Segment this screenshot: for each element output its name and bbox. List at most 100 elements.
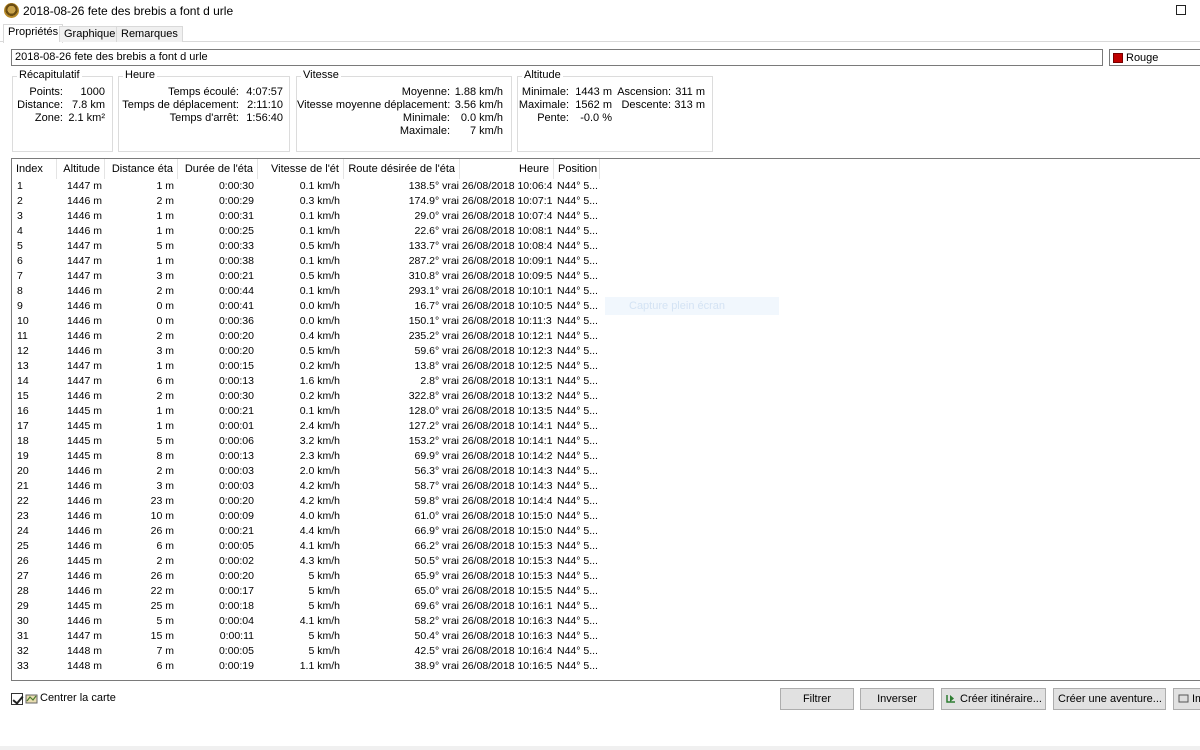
- table-row[interactable]: 26 1445 m 2 m 0:00:02 4.3 km/h 50.5° vrai 26/0…: [12, 554, 612, 569]
- table-row[interactable]: 27 1446 m 26 m 0:00:20 5 km/h 65.9° vrai 26/08…: [12, 569, 612, 584]
- cell-distance: 1 m: [156, 420, 174, 432]
- min-speed-label: Minimale:: [402, 112, 450, 124]
- cell-distance: 3 m: [156, 480, 174, 492]
- cell-route: 13.8° vrai: [414, 360, 459, 372]
- col-header-speed[interactable]: Vitesse de l'ét: [258, 159, 344, 179]
- tab-graphique[interactable]: Graphique: [59, 26, 121, 42]
- cell-position: N44° 5...: [557, 270, 598, 282]
- points-label: Points:: [29, 86, 63, 98]
- cell-time: 26/08/2018 10:12:55: [462, 360, 552, 372]
- table-row[interactable]: 28 1446 m 22 m 0:00:17 5 km/h 65.0° vrai 26/08…: [12, 584, 612, 599]
- tab-remarques[interactable]: Remarques: [116, 26, 183, 42]
- cell-time: 26/08/2018 10:12:15: [462, 330, 552, 342]
- truncated-button[interactable]: Im: [1173, 688, 1200, 710]
- cell-time: 26/08/2018 10:16:47: [462, 645, 552, 657]
- maximize-icon[interactable]: [1176, 5, 1186, 15]
- cell-speed: 4.2 km/h: [299, 480, 340, 492]
- cell-time: 26/08/2018 10:15:30: [462, 540, 552, 552]
- cell-altitude: 1446 m: [66, 495, 102, 507]
- cell-time: 26/08/2018 10:11:39: [462, 315, 552, 327]
- cell-index: 5: [17, 240, 23, 252]
- cell-altitude: 1446 m: [66, 510, 102, 522]
- table-row[interactable]: 1 1447 m 1 m 0:00:30 0.1 km/h 138.5° vrai 26/0…: [12, 179, 612, 194]
- recap-title: Récapitulatif: [17, 69, 82, 81]
- cell-altitude: 1446 m: [66, 315, 102, 327]
- col-header-duration[interactable]: Durée de l'éta: [178, 159, 258, 179]
- cell-duration: 0:00:33: [218, 240, 254, 252]
- center-map-checkbox[interactable]: [11, 693, 23, 705]
- cell-position: N44° 5...: [557, 330, 598, 342]
- table-row[interactable]: 24 1446 m 26 m 0:00:21 4.4 km/h 66.9° vrai 26/…: [12, 524, 612, 539]
- create-adventure-button[interactable]: Créer une aventure...: [1053, 688, 1166, 710]
- table-row[interactable]: 4 1446 m 1 m 0:00:25 0.1 km/h 22.6° vrai 26/08…: [12, 224, 612, 239]
- table-row[interactable]: 12 1446 m 3 m 0:00:20 0.5 km/h 59.6° vrai 26/0…: [12, 344, 612, 359]
- table-row[interactable]: 18 1445 m 5 m 0:00:06 3.2 km/h 153.2° vrai 26/…: [12, 434, 612, 449]
- trackpoints-table[interactable]: Index Altitude Distance éta Durée de l'é…: [11, 158, 1200, 681]
- table-row[interactable]: 30 1446 m 5 m 0:00:04 4.1 km/h 58.2° vrai 26/0…: [12, 614, 612, 629]
- table-row[interactable]: 25 1446 m 6 m 0:00:05 4.1 km/h 66.2° vrai 26/0…: [12, 539, 612, 554]
- color-dropdown[interactable]: Rouge: [1109, 49, 1200, 66]
- table-row[interactable]: 22 1446 m 23 m 0:00:20 4.2 km/h 59.8° vrai 26/…: [12, 494, 612, 509]
- inverse-button[interactable]: Inverser: [860, 688, 934, 710]
- cell-position: N44° 5...: [557, 210, 598, 222]
- table-row[interactable]: 9 1446 m 0 m 0:00:41 0.0 km/h 16.7° vrai 26/08…: [12, 299, 612, 314]
- cell-distance: 15 m: [150, 630, 174, 642]
- cell-speed: 0.1 km/h: [299, 210, 340, 222]
- cell-index: 10: [17, 315, 29, 327]
- cell-route: 56.3° vrai: [414, 465, 459, 477]
- cell-position: N44° 5...: [557, 315, 598, 327]
- cell-route: 174.9° vrai: [408, 195, 459, 207]
- table-row[interactable]: 6 1447 m 1 m 0:00:38 0.1 km/h 287.2° vrai 26/0…: [12, 254, 612, 269]
- col-header-distance[interactable]: Distance éta: [105, 159, 178, 179]
- table-row[interactable]: 15 1446 m 2 m 0:00:30 0.2 km/h 322.8° vrai 26/…: [12, 389, 612, 404]
- cell-time: 26/08/2018 10:14:15: [462, 435, 552, 447]
- cell-position: N44° 5...: [557, 495, 598, 507]
- table-row[interactable]: 8 1446 m 2 m 0:00:44 0.1 km/h 293.1° vrai 26/0…: [12, 284, 612, 299]
- table-body: 1 1447 m1 m 0:00:30 0.1 km/h 138.5° vrai 26/0…: [12, 179, 612, 674]
- cell-duration: 0:00:05: [218, 540, 254, 552]
- table-row[interactable]: 16 1445 m 1 m 0:00:21 0.1 km/h 128.0° vrai 26/…: [12, 404, 612, 419]
- cell-speed: 0.2 km/h: [299, 360, 340, 372]
- cell-time: 26/08/2018 10:14:21: [462, 450, 552, 462]
- cell-position: N44° 5...: [557, 510, 598, 522]
- cell-speed: 4.0 km/h: [299, 510, 340, 522]
- table-row[interactable]: 33 1448 m 6 m 0:00:19 1.1 km/h 38.9° vrai 26/0…: [12, 659, 612, 674]
- cell-position: N44° 5...: [557, 285, 598, 297]
- table-row[interactable]: 3 1446 m 1 m 0:00:31 0.1 km/h 29.0° vrai 26/08…: [12, 209, 612, 224]
- cell-duration: 0:00:25: [218, 225, 254, 237]
- cell-time: 26/08/2018 10:10:14: [462, 285, 552, 297]
- table-row[interactable]: 5 1447 m 5 m 0:00:33 0.5 km/h 133.7° vrai 26/0…: [12, 239, 612, 254]
- col-header-time[interactable]: Heure: [460, 159, 554, 179]
- table-row[interactable]: 13 1447 m 1 m 0:00:15 0.2 km/h 13.8° vrai 26/0…: [12, 359, 612, 374]
- table-row[interactable]: 21 1446 m 3 m 0:00:03 4.2 km/h 58.7° vrai 26/0…: [12, 479, 612, 494]
- table-row[interactable]: 11 1446 m 2 m 0:00:20 0.4 km/h 235.2° vrai 26/…: [12, 329, 612, 344]
- cell-duration: 0:00:20: [218, 345, 254, 357]
- table-row[interactable]: 17 1445 m 1 m 0:00:01 2.4 km/h 127.2° vrai 26/…: [12, 419, 612, 434]
- table-row[interactable]: 2 1446 m 2 m 0:00:29 0.3 km/h 174.9° vrai 26/0…: [12, 194, 612, 209]
- table-row[interactable]: 10 1446 m 0 m 0:00:36 0.0 km/h 150.1° vrai 26/…: [12, 314, 612, 329]
- table-row[interactable]: 23 1446 m 10 m 0:00:09 4.0 km/h 61.0° vrai 26/…: [12, 509, 612, 524]
- table-row[interactable]: 29 1445 m 25 m 0:00:18 5 km/h 69.6° vrai 26/08…: [12, 599, 612, 614]
- table-row[interactable]: 31 1447 m 15 m 0:00:11 5 km/h 50.4° vrai 26/08…: [12, 629, 612, 644]
- table-row[interactable]: 20 1446 m 2 m 0:00:03 2.0 km/h 56.3° vrai 26/0…: [12, 464, 612, 479]
- col-header-position[interactable]: Position: [554, 159, 600, 179]
- track-name-input[interactable]: 2018-08-26 fete des brebis a font d urle: [11, 49, 1103, 66]
- col-header-altitude[interactable]: Altitude: [57, 159, 105, 179]
- cell-index: 28: [17, 585, 29, 597]
- create-route-button[interactable]: Créer itinéraire...: [941, 688, 1046, 710]
- cell-altitude: 1447 m: [66, 240, 102, 252]
- table-row[interactable]: 14 1447 m 6 m 0:00:13 1.6 km/h 2.8° vrai 26/08…: [12, 374, 612, 389]
- cell-route: 150.1° vrai: [408, 315, 459, 327]
- tab-proprietes[interactable]: Propriétés: [3, 24, 64, 43]
- max-speed-label: Maximale:: [399, 125, 450, 137]
- filter-button[interactable]: Filtrer: [780, 688, 854, 710]
- table-row[interactable]: 19 1445 m 8 m 0:00:13 2.3 km/h 69.9° vrai 26/0…: [12, 449, 612, 464]
- col-header-index[interactable]: Index: [12, 159, 57, 179]
- table-row[interactable]: 7 1447 m 3 m 0:00:21 0.5 km/h 310.8° vrai 26/0…: [12, 269, 612, 284]
- cell-time: 26/08/2018 10:15:37: [462, 570, 552, 582]
- cell-index: 7: [17, 270, 23, 282]
- cell-distance: 2 m: [156, 195, 174, 207]
- col-header-route[interactable]: Route désirée de l'éta: [344, 159, 460, 179]
- cell-position: N44° 5...: [557, 615, 598, 627]
- table-row[interactable]: 32 1448 m 7 m 0:00:05 5 km/h 42.5° vrai 26/08/…: [12, 644, 612, 659]
